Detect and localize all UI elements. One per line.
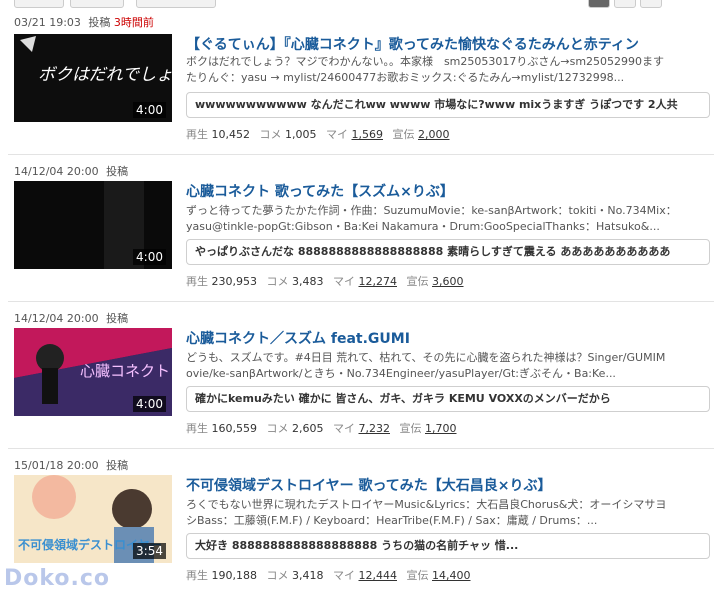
posted-label: 投稿 — [88, 16, 111, 29]
views-label: 再生 — [186, 128, 208, 141]
video-description: ろくでもない世界に現れたデストロイヤーMusic&Lyrics：大石昌良Chor… — [186, 497, 714, 529]
video-meta: 03/21 19:03 投稿 3時間前 — [14, 14, 154, 30]
comment-preview: 確かにkemuみたい 確かに 皆さん、ガキ、ガキラ KEMU VOXXのメンバー… — [186, 386, 710, 412]
duration-badge: 3:54 — [133, 543, 166, 559]
description-line: どうも、スズムです。#4日目 荒れて、枯れて、その先に心臓を盗られた神様は？Si… — [186, 351, 666, 364]
divider — [8, 154, 714, 155]
comment-preview: 大好き 8888888888888888888 うちの猫の名前チャッ 惜... — [186, 533, 710, 559]
video-title[interactable]: 心臓コネクト／スズム feat.GUMI — [186, 328, 716, 348]
video-title[interactable]: 不可侵領域デストロイヤー 歌ってみた【大石昌良×りぶ】 — [186, 475, 716, 495]
comments-count: 1,005 — [285, 128, 317, 141]
video-thumbnail[interactable]: 心臓コネクト 4:00 — [14, 328, 172, 416]
mylist-count-link[interactable]: 7,232 — [359, 422, 391, 435]
posted-label: 投稿 — [106, 312, 129, 325]
thumbnail-text: 心臓コネクト — [80, 362, 170, 380]
divider — [8, 448, 714, 449]
description-line: ずっと待ってた夢うたかた作詞・作曲：SuzumuMovie：ke-sanβArt… — [186, 204, 677, 217]
views-count: 190,188 — [211, 569, 258, 582]
views-label: 再生 — [186, 275, 208, 288]
comments-label: コメ — [266, 422, 289, 435]
mylist-count-link[interactable]: 12,274 — [359, 275, 398, 288]
video-description: ずっと待ってた夢うたかた作詞・作曲：SuzumuMovie：ke-sanβArt… — [186, 203, 714, 235]
mylist-label: マイ — [333, 422, 355, 435]
description-line: ovie/ke-sanβArtwork/ときち・No.734Engineer/y… — [186, 367, 616, 380]
watermark-logo: Doko.co — [4, 566, 111, 591]
video-meta: 14/12/04 20:00 投稿 — [14, 310, 128, 326]
description-line: ボクはだれでしょう？マジでわかんない。。本家様 sm25053017りぶさん→s… — [186, 55, 665, 68]
thumbnail-text: ボクはだれでしょう? — [38, 65, 172, 85]
top-toolbar — [0, 0, 724, 8]
post-date: 14/12/04 20:00 — [14, 312, 99, 325]
video-meta: 15/01/18 20:00 投稿 — [14, 457, 128, 473]
views-label: 再生 — [186, 569, 208, 582]
view-toggle-button[interactable] — [588, 0, 610, 8]
view-toggle-button[interactable] — [640, 0, 662, 8]
views-label: 再生 — [186, 422, 208, 435]
ad-label: 宣伝 — [392, 128, 415, 141]
mylist-label: マイ — [326, 128, 348, 141]
description-line: たりんぐ：yasu → mylist/24600477お歌おミックス:ぐるたみん… — [186, 71, 625, 84]
post-date: 03/21 19:03 — [14, 16, 81, 29]
video-description: ボクはだれでしょう？マジでわかんない。。本家様 sm25053017りぶさん→s… — [186, 54, 714, 86]
duration-badge: 4:00 — [133, 102, 166, 118]
video-stats: 再生 160,559 コメ 2,605 マイ 7,232 宣伝 1,700 — [186, 420, 457, 436]
mylist-label: マイ — [333, 569, 355, 582]
ad-count-link[interactable]: 1,700 — [425, 422, 457, 435]
toolbar-button[interactable] — [70, 0, 124, 8]
comments-count: 2,605 — [292, 422, 324, 435]
comments-label: コメ — [266, 569, 289, 582]
time-ago: 3時間前 — [113, 16, 154, 29]
views-count: 10,452 — [211, 128, 251, 141]
video-thumbnail[interactable]: 不可侵領域デストロイヤー 3:54 — [14, 475, 172, 563]
post-date: 14/12/04 20:00 — [14, 165, 99, 178]
ad-count-link[interactable]: 14,400 — [432, 569, 471, 582]
view-toggle-button[interactable] — [614, 0, 636, 8]
video-stats: 再生 190,188 コメ 3,418 マイ 12,444 宣伝 14,400 — [186, 567, 471, 583]
video-stats: 再生 230,953 コメ 3,483 マイ 12,274 宣伝 3,600 — [186, 273, 464, 289]
toolbar-button[interactable] — [136, 0, 216, 8]
posted-label: 投稿 — [106, 165, 129, 178]
comment-preview: wwwwwwwwwww なんだこれww wwww 市場なに?www mixうます… — [186, 92, 710, 118]
mylist-label: マイ — [333, 275, 355, 288]
video-thumbnail[interactable]: 4:00 — [14, 181, 172, 269]
ad-count-link[interactable]: 3,600 — [432, 275, 464, 288]
ad-count-link[interactable]: 2,000 — [418, 128, 450, 141]
mylist-count-link[interactable]: 12,444 — [359, 569, 398, 582]
comment-preview: やっぱりぶさんだな 8888888888888888888 素晴らしすぎて震える… — [186, 239, 710, 265]
video-meta: 14/12/04 20:00 投稿 — [14, 163, 128, 179]
views-count: 230,953 — [211, 275, 258, 288]
video-title[interactable]: 【ぐるてぃん】『心臓コネクト』歌ってみた愉快なぐるたみんと赤ティン — [186, 34, 716, 54]
duration-badge: 4:00 — [133, 396, 166, 412]
ad-label: 宣伝 — [399, 422, 422, 435]
video-thumbnail[interactable]: ボクはだれでしょう? 4:00 — [14, 34, 172, 122]
duration-badge: 4:00 — [133, 249, 166, 265]
video-title[interactable]: 心臓コネクト 歌ってみた【スズム×りぶ】 — [186, 181, 716, 201]
ad-label: 宣伝 — [406, 275, 429, 288]
post-date: 15/01/18 20:00 — [14, 459, 99, 472]
posted-label: 投稿 — [106, 459, 129, 472]
description-line: シBass：工藤領(F.M.F) / Keyboard：HearTribe(F.… — [186, 514, 598, 527]
mylist-count-link[interactable]: 1,569 — [352, 128, 384, 141]
description-line: yasu@tinkle-popGt:Gibson・Ba:Kei Nakamura… — [186, 220, 660, 233]
video-description: どうも、スズムです。#4日目 荒れて、枯れて、その先に心臓を盗られた神様は？Si… — [186, 350, 714, 382]
description-line: ろくでもない世界に現れたデストロイヤーMusic&Lyrics：大石昌良Chor… — [186, 498, 667, 511]
comments-label: コメ — [266, 275, 289, 288]
views-count: 160,559 — [211, 422, 258, 435]
toolbar-button[interactable] — [14, 0, 64, 8]
divider — [8, 301, 714, 302]
comments-label: コメ — [259, 128, 282, 141]
comments-count: 3,483 — [292, 275, 324, 288]
video-stats: 再生 10,452 コメ 1,005 マイ 1,569 宣伝 2,000 — [186, 126, 450, 142]
comments-count: 3,418 — [292, 569, 324, 582]
ad-label: 宣伝 — [406, 569, 429, 582]
